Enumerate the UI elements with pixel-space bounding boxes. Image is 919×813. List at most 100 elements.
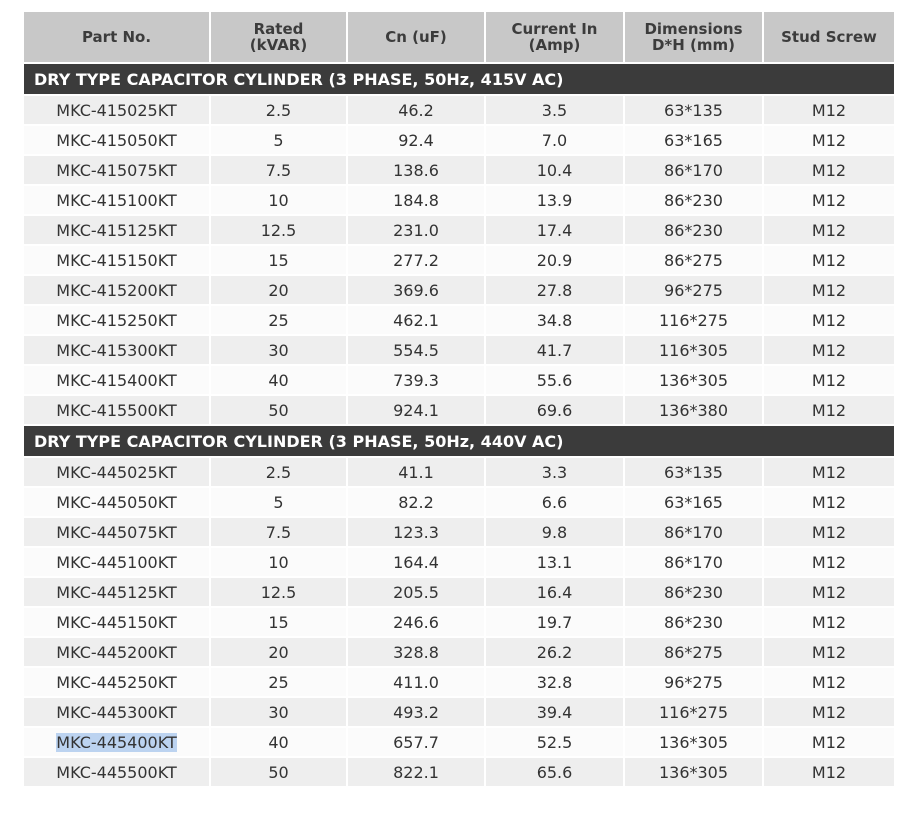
- capacitor-spec-table: Part No. Rated (kVAR) Cn (uF) Current In(…: [24, 12, 894, 788]
- current-cell: 69.6: [486, 396, 625, 426]
- part-no-value: MKC-415250KT: [56, 310, 177, 330]
- stud-screw-cell: M12: [764, 306, 894, 336]
- cn-cell: 328.8: [348, 638, 486, 668]
- rated-value: 12.5: [260, 582, 297, 602]
- stud-screw-value: M12: [811, 732, 847, 752]
- stud-screw-cell: M12: [764, 698, 894, 728]
- rated-cell: 50: [211, 758, 348, 788]
- dimensions-cell: 86*230: [625, 186, 764, 216]
- part-no-value: MKC-415300KT: [56, 340, 177, 360]
- header-part-no: Part No.: [24, 12, 211, 64]
- stud-screw-value: M12: [811, 220, 847, 240]
- current-cell: 7.0: [486, 126, 625, 156]
- cn-cell: 462.1: [348, 306, 486, 336]
- cn-cell: 92.4: [348, 126, 486, 156]
- dimensions-value: 136*305: [658, 370, 729, 390]
- cn-cell: 822.1: [348, 758, 486, 788]
- current-value: 9.8: [541, 522, 568, 542]
- dimensions-cell: 63*135: [625, 96, 764, 126]
- part-no-value: MKC-415200KT: [56, 280, 177, 300]
- part-no-cell: MKC-445050KT: [24, 488, 211, 518]
- cn-cell: 277.2: [348, 246, 486, 276]
- part-no-cell: MKC-415050KT: [24, 126, 211, 156]
- dimensions-cell: 116*275: [625, 306, 764, 336]
- part-no-value: MKC-445500KT: [56, 762, 177, 782]
- current-cell: 27.8: [486, 276, 625, 306]
- dimensions-cell: 86*170: [625, 548, 764, 578]
- current-value: 13.1: [536, 552, 573, 572]
- rated-cell: 25: [211, 668, 348, 698]
- part-no-value: MKC-445250KT: [56, 672, 177, 692]
- part-no-cell: MKC-415200KT: [24, 276, 211, 306]
- header-cn: Cn (uF): [348, 12, 486, 64]
- part-no-value: MKC-445150KT: [56, 612, 177, 632]
- dimensions-cell: 86*170: [625, 518, 764, 548]
- part-no-cell: MKC-415250KT: [24, 306, 211, 336]
- part-no-value: MKC-445300KT: [56, 702, 177, 722]
- stud-screw-value: M12: [811, 190, 847, 210]
- current-cell: 17.4: [486, 216, 625, 246]
- current-value: 10.4: [536, 160, 573, 180]
- rated-value: 7.5: [265, 522, 292, 542]
- current-cell: 19.7: [486, 608, 625, 638]
- dimensions-value: 96*275: [664, 280, 723, 300]
- stud-screw-cell: M12: [764, 668, 894, 698]
- capacitor-spec-table-container: Part No. Rated (kVAR) Cn (uF) Current In(…: [24, 12, 894, 788]
- table-row: MKC-445200KT 20 328.8 26.2 86*275 M12: [24, 638, 894, 668]
- part-no-value: MKC-445125KT: [56, 582, 177, 602]
- stud-screw-value: M12: [811, 250, 847, 270]
- cn-value: 246.6: [393, 612, 439, 632]
- cn-cell: 205.5: [348, 578, 486, 608]
- stud-screw-cell: M12: [764, 336, 894, 366]
- dimensions-cell: 116*275: [625, 698, 764, 728]
- cn-cell: 493.2: [348, 698, 486, 728]
- table-row: MKC-415200KT 20 369.6 27.8 96*275 M12: [24, 276, 894, 306]
- current-cell: 32.8: [486, 668, 625, 698]
- dimensions-value: 86*230: [664, 582, 723, 602]
- rated-value: 2.5: [265, 462, 292, 482]
- part-no-cell: MKC-445150KT: [24, 608, 211, 638]
- table-row: MKC-415250KT 25 462.1 34.8 116*275 M12: [24, 306, 894, 336]
- cn-value: 184.8: [393, 190, 439, 210]
- part-no-value: MKC-445025KT: [56, 462, 177, 482]
- cn-cell: 231.0: [348, 216, 486, 246]
- dimensions-cell: 63*165: [625, 126, 764, 156]
- rated-cell: 20: [211, 638, 348, 668]
- cn-value: 554.5: [393, 340, 439, 360]
- rated-cell: 30: [211, 336, 348, 366]
- current-value: 19.7: [536, 612, 573, 632]
- current-cell: 3.3: [486, 458, 625, 488]
- current-value: 69.6: [536, 400, 573, 420]
- stud-screw-value: M12: [811, 522, 847, 542]
- cn-cell: 184.8: [348, 186, 486, 216]
- current-cell: 39.4: [486, 698, 625, 728]
- cn-value: 164.4: [393, 552, 439, 572]
- cn-value: 493.2: [393, 702, 439, 722]
- rated-value: 10: [268, 552, 289, 572]
- table-row: MKC-445050KT 5 82.2 6.6 63*165 M12: [24, 488, 894, 518]
- current-cell: 16.4: [486, 578, 625, 608]
- rated-cell: 12.5: [211, 578, 348, 608]
- current-value: 27.8: [536, 280, 573, 300]
- table-row: MKC-415075KT 7.5 138.6 10.4 86*170 M12: [24, 156, 894, 186]
- current-value: 52.5: [536, 732, 573, 752]
- table-row: MKC-415300KT 30 554.5 41.7 116*305 M12: [24, 336, 894, 366]
- section-title: DRY TYPE CAPACITOR CYLINDER (3 PHASE, 50…: [24, 426, 894, 458]
- rated-value: 20: [268, 642, 289, 662]
- rated-value: 10: [268, 190, 289, 210]
- dimensions-value: 63*135: [664, 100, 723, 120]
- stud-screw-cell: M12: [764, 276, 894, 306]
- current-value: 26.2: [536, 642, 573, 662]
- part-no-value: MKC-415025KT: [56, 100, 177, 120]
- part-no-cell: MKC-445125KT: [24, 578, 211, 608]
- part-no-cell: MKC-415150KT: [24, 246, 211, 276]
- table-row: MKC-445100KT 10 164.4 13.1 86*170 M12: [24, 548, 894, 578]
- rated-value: 30: [268, 702, 289, 722]
- cn-cell: 739.3: [348, 366, 486, 396]
- cn-cell: 246.6: [348, 608, 486, 638]
- cn-value: 138.6: [393, 160, 439, 180]
- cn-value: 739.3: [393, 370, 439, 390]
- dimensions-cell: 136*305: [625, 728, 764, 758]
- stud-screw-value: M12: [811, 672, 847, 692]
- current-value: 32.8: [536, 672, 573, 692]
